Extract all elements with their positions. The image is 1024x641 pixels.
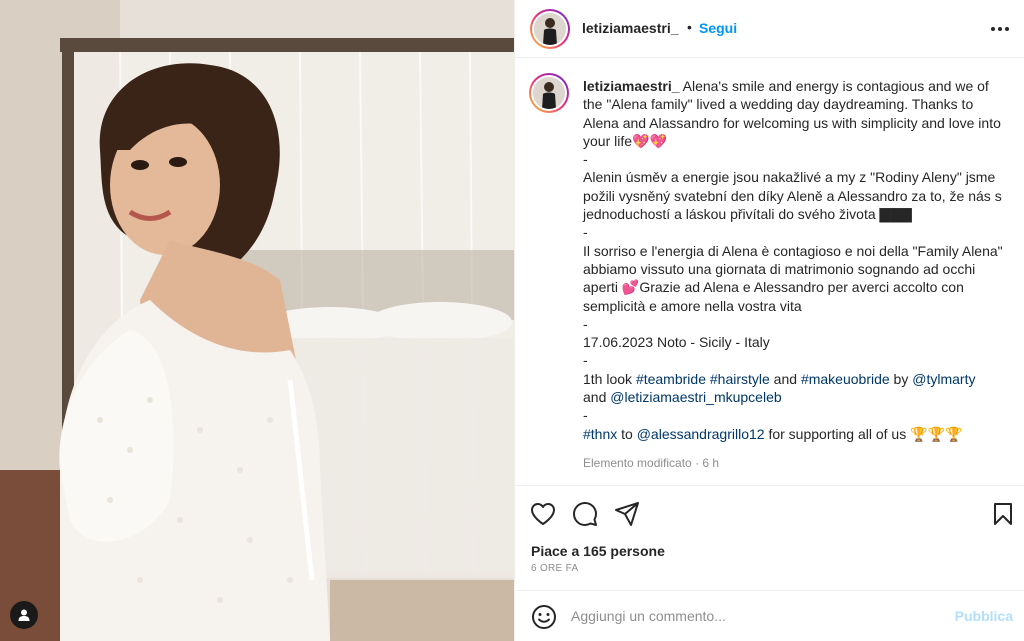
edited-time[interactable]: 6 h xyxy=(702,456,719,470)
caption-to: to xyxy=(617,425,637,442)
avatar-image xyxy=(534,13,566,45)
comments-area[interactable]: letiziamaestri_ Alena's smile and energy… xyxy=(515,59,1024,484)
follow-button[interactable]: Segui xyxy=(699,20,737,36)
more-options-button[interactable] xyxy=(989,18,1011,40)
user-tag-icon xyxy=(18,609,30,621)
post-header: letiziamaestri_ • Segui xyxy=(515,0,1024,58)
user-tag-button[interactable] xyxy=(10,601,38,629)
caption-text: Alena's smile and energy is contagious a… xyxy=(583,78,1003,369)
caption-dash: - xyxy=(583,407,588,424)
share-icon xyxy=(615,502,639,526)
hashtag-makeuobride[interactable]: #makeuobride xyxy=(801,371,890,387)
avatar-frame xyxy=(531,75,567,111)
header-separator: • xyxy=(687,19,692,35)
post-comment-button[interactable]: Pubblica xyxy=(955,608,1013,624)
mention-mkupceleb[interactable]: @letiziamaestri_mkupceleb xyxy=(610,389,781,405)
post-photo-image xyxy=(0,0,514,641)
author-avatar[interactable] xyxy=(530,9,570,49)
like-button[interactable] xyxy=(529,500,557,528)
mention-tylmarty[interactable]: @tylmarty xyxy=(912,371,975,387)
hashtag-teambride[interactable]: #teambride xyxy=(636,371,706,387)
post-photo[interactable] xyxy=(0,0,514,641)
avatar-figure xyxy=(533,77,565,109)
caption-username[interactable]: letiziamaestri_ xyxy=(583,78,680,94)
share-button[interactable] xyxy=(613,500,641,528)
hashtag-hairstyle[interactable]: #hairstyle xyxy=(710,371,770,387)
likes-count[interactable]: Piace a 165 persone xyxy=(531,543,665,559)
comment-input[interactable] xyxy=(571,604,941,628)
hashtag-thnx[interactable]: #thnx xyxy=(583,426,617,442)
mention-alessandragrillo[interactable]: @alessandragrillo12 xyxy=(637,426,765,442)
add-comment-bar: Pubblica xyxy=(515,590,1024,641)
heart-icon xyxy=(531,503,555,525)
caption-avatar[interactable] xyxy=(529,73,569,113)
post-timestamp[interactable]: 6 ORE FA xyxy=(531,563,578,574)
caption-by: by xyxy=(889,370,913,387)
author-username[interactable]: letiziamaestri_ xyxy=(582,20,679,36)
comment-icon xyxy=(573,502,597,526)
edited-meta: Elemento modificato · 6 h xyxy=(583,456,719,470)
emoji-button[interactable] xyxy=(531,604,557,630)
more-horizontal-icon xyxy=(991,27,1009,31)
comment-button[interactable] xyxy=(571,500,599,528)
avatar-figure xyxy=(534,13,566,45)
avatar-image xyxy=(533,77,565,109)
caption-and: and xyxy=(769,370,801,387)
post-caption: letiziamaestri_ Alena's smile and energy… xyxy=(583,77,1003,443)
edited-separator: · xyxy=(691,456,703,470)
bookmark-icon xyxy=(994,503,1012,525)
emoji-icon xyxy=(532,605,556,629)
post-sidebar: letiziamaestri_ • Segui letiziamaestri_ … xyxy=(514,0,1024,641)
edited-label: Elemento modificato xyxy=(583,456,692,470)
save-button[interactable] xyxy=(989,500,1017,528)
caption-supporting: for supporting all of us 🏆🏆🏆 xyxy=(764,425,963,442)
avatar-frame xyxy=(532,11,568,47)
caption-and-2: and xyxy=(583,389,607,406)
caption-look-prefix: 1th look xyxy=(583,370,636,387)
